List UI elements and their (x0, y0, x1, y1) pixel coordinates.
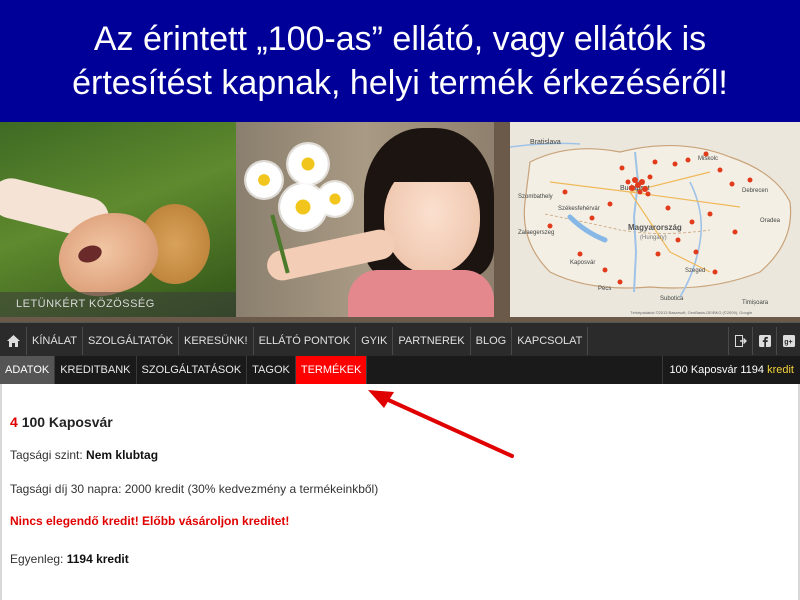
membership-level: Tagsági szint: Nem klubtag (10, 448, 158, 462)
map-country-label: Magyarország (628, 223, 682, 232)
membership-level-value: Nem klubtag (86, 448, 159, 462)
tab-kreditbank[interactable]: KREDITBANK (55, 356, 137, 384)
map-city-label: Szombathely (518, 194, 553, 200)
header-banner: LETÜNKÉRT KÖZÖSSÉG Bratislava Budapest S… (0, 122, 800, 322)
nav-item-keresunk[interactable]: KERESÜNK! (179, 327, 254, 355)
map-city-label: Miskolc (698, 156, 718, 162)
map-attribution: Térképadatok ©2013 Basarsoft, GeoBasis-D… (630, 310, 753, 315)
member-details: 4 100 Kaposvár Tagsági szint: Nem klubta… (0, 384, 800, 600)
tab-adatok[interactable]: ADATOK (0, 356, 56, 384)
nav-item-ellato-pontok[interactable]: ELLÁTÓ PONTOK (254, 327, 357, 355)
photo-laughing-boy: LETÜNKÉRT KÖZÖSSÉG (0, 122, 236, 317)
main-navbar: KÍNÁLAT SZOLGÁLTATÓK KERESÜNK! ELLÁTÓ PO… (0, 322, 800, 356)
nav-item-kinalat[interactable]: KÍNÁLAT (27, 327, 84, 355)
map-city-label: Timișoara (742, 300, 769, 306)
tab-szolgaltatasok[interactable]: SZOLGÁLTATÁSOK (137, 356, 248, 384)
map-widget[interactable]: Bratislava Budapest Székesfehérvár Kapos… (510, 122, 800, 317)
nav-item-szolgaltatok[interactable]: SZOLGÁLTATÓK (83, 327, 179, 355)
photo-girl-with-flowers (236, 122, 494, 317)
nav-item-gyik[interactable]: GYIK (356, 327, 394, 355)
map-city-label: Bratislava (530, 139, 561, 146)
balance: Egyenleg: 1194 kredit (10, 552, 129, 566)
membership-level-label: Tagsági szint: (10, 448, 83, 462)
balance-value: 1194 kredit (66, 552, 129, 566)
map-city-label: Pécs (598, 286, 611, 292)
map-city-label: Subotica (660, 296, 684, 302)
slide-title-line2: értesítést kapnak, helyi termék érkezésé… (72, 64, 728, 102)
tab-termekek[interactable]: TERMÉKEK (295, 356, 368, 384)
credit-status: 100 Kaposvár 1194 kredit (662, 356, 794, 384)
nav-item-partnerek[interactable]: PARTNEREK (393, 327, 471, 355)
map-city-label: Oradea (760, 218, 781, 224)
sub-navbar: ADATOK KREDITBANK SZOLGÁLTATÁSOK TAGOK T… (0, 356, 800, 384)
membership-fee: Tagsági díj 30 napra: 2000 kredit (30% k… (10, 482, 379, 496)
member-name: 100 Kaposvár (21, 414, 113, 430)
map-city-label: Zalaegerszeg (518, 230, 554, 236)
credit-status-unit: kredit (767, 364, 794, 376)
banner-caption: LETÜNKÉRT KÖZÖSSÉG (0, 292, 236, 317)
slide-title: Az érintett „100-as” ellátó, vagy ellátó… (0, 0, 800, 122)
map-city-label: Szeged (685, 268, 705, 274)
logout-icon[interactable] (728, 327, 752, 355)
balance-label: Egyenleg: (10, 552, 64, 566)
map-city-label: Kaposvár (570, 260, 595, 266)
slide-title-line1: Az érintett „100-as” ellátó, vagy ellátó… (93, 20, 707, 58)
map-graphic: Bratislava Budapest Székesfehérvár Kapos… (510, 122, 800, 317)
member-title: 4 100 Kaposvár (10, 414, 113, 430)
member-number: 4 (10, 414, 18, 430)
svg-text:g+: g+ (784, 339, 792, 346)
map-city-label: Székesfehérvár (558, 206, 600, 212)
nav-item-kapcsolat[interactable]: KAPCSOLAT (512, 327, 589, 355)
nav-item-blog[interactable]: BLOG (471, 327, 513, 355)
googleplus-icon[interactable]: g+ (776, 327, 800, 355)
map-country-label-en: (Hungary) (640, 235, 667, 241)
tab-tagok[interactable]: TAGOK (247, 356, 296, 384)
credit-status-value: 100 Kaposvár 1194 (669, 364, 765, 376)
facebook-icon[interactable] (752, 327, 776, 355)
credit-warning: Nincs elegendő kredit! Előbb vásároljon … (10, 514, 290, 528)
map-city-label: Debrecen (742, 188, 768, 194)
home-icon[interactable] (0, 327, 27, 355)
